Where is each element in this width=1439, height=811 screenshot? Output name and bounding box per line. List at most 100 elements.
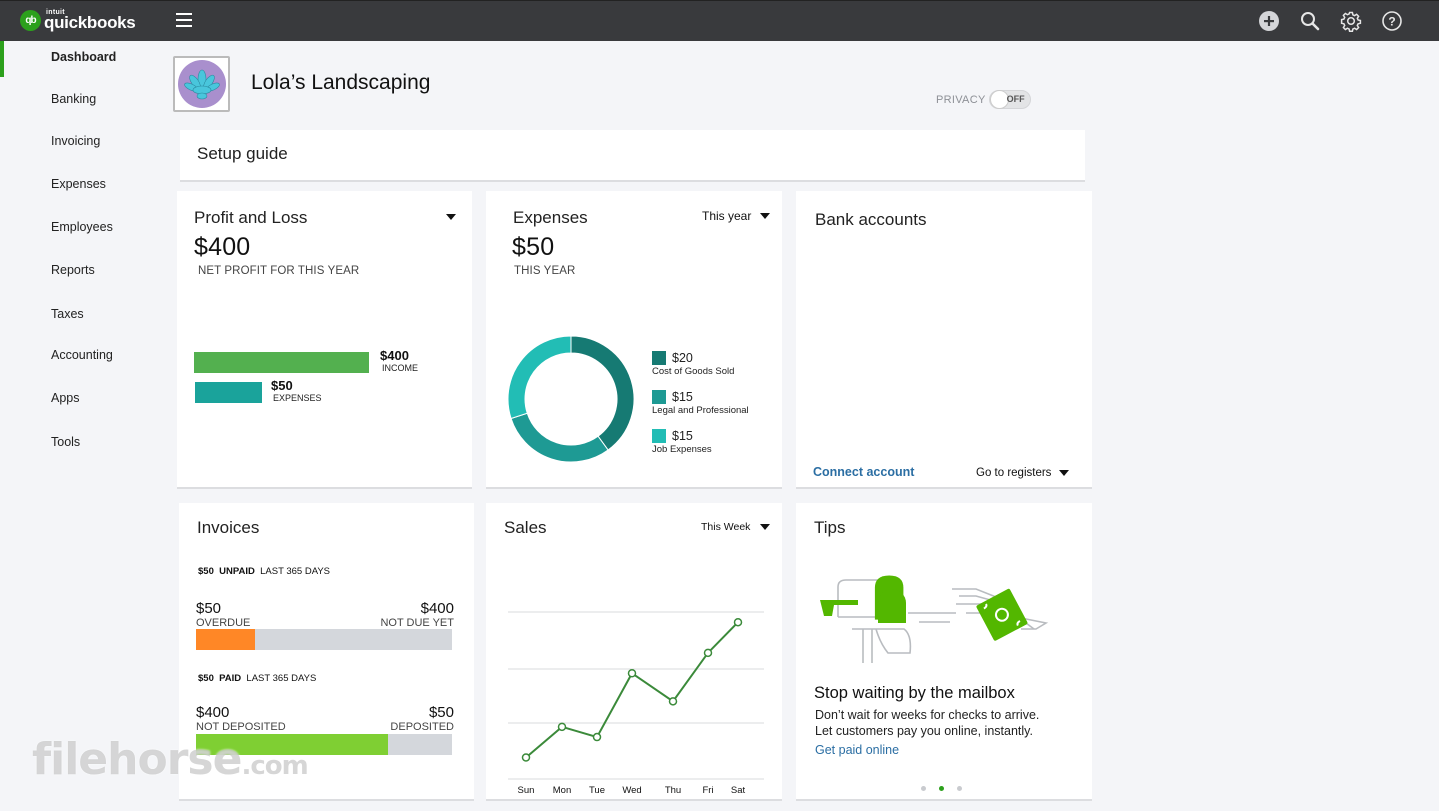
lotus-icon	[177, 60, 226, 108]
quickbooks-logo[interactable]: qb intuit quickbooks	[20, 9, 136, 31]
mailbox-illustration-icon	[820, 575, 1049, 663]
sidebar-item-banking[interactable]: Banking	[51, 92, 96, 106]
unpaid-summary[interactable]: $50 UNPAID LAST 365 DAYS	[198, 566, 330, 577]
donut-slice[interactable]	[507, 335, 572, 420]
data-point[interactable]	[703, 648, 713, 658]
expenses-legend: $20 Cost of Goods Sold $15 Legal and Pro…	[652, 351, 749, 468]
carousel-dots	[921, 786, 962, 791]
privacy-toggle[interactable]: OFF	[988, 90, 1031, 109]
privacy-state: OFF	[1006, 94, 1025, 104]
data-point[interactable]	[627, 669, 637, 678]
invoices-title[interactable]: Invoices	[197, 518, 259, 538]
company-name: Lola’s Landscaping	[251, 71, 431, 94]
carousel-dot[interactable]	[939, 786, 944, 791]
x-tick-label: Fri	[702, 785, 713, 796]
expenses-amount: $50	[271, 378, 293, 393]
expenses-bar[interactable]	[195, 382, 262, 403]
x-tick-label: Sun	[518, 785, 535, 796]
not-deposited-amount: $400	[196, 704, 230, 721]
search-icon[interactable]	[1299, 10, 1321, 32]
deposited-label: DEPOSITED	[390, 721, 454, 733]
overdue-bar-segment[interactable]	[196, 629, 255, 650]
tip-headline: Stop waiting by the mailbox	[814, 684, 1015, 702]
donut-slice[interactable]	[510, 412, 609, 463]
sales-card: Sales This Week Sun Mon Tue Wed Thu Fri Sat	[486, 503, 782, 799]
income-label: INCOME	[382, 363, 418, 373]
sales-period: This Week	[701, 521, 751, 533]
not-due-amount: $400	[420, 600, 454, 617]
expenses-caption: THIS YEAR	[514, 265, 576, 277]
gear-icon[interactable]	[1340, 10, 1362, 32]
not-deposited-label: NOT DEPOSITED	[196, 721, 286, 733]
unpaid-bar[interactable]	[196, 629, 452, 650]
donut-slice[interactable]	[570, 335, 635, 451]
sidebar-item-dashboard[interactable]: Dashboard	[51, 50, 116, 64]
carousel-dot[interactable]	[957, 786, 962, 791]
x-tick-label: Thu	[665, 785, 681, 796]
legend-item[interactable]: $20 Cost of Goods Sold	[652, 351, 749, 390]
sales-line	[525, 621, 739, 759]
privacy-label: PRIVACY	[936, 93, 986, 106]
menu-icon[interactable]	[176, 13, 192, 27]
sidebar-item-apps[interactable]: Apps	[51, 391, 80, 405]
overdue-amount: $50	[196, 600, 222, 617]
x-tick-label: Tue	[589, 785, 605, 796]
expenses-amount: $50	[512, 233, 555, 261]
carousel-dot[interactable]	[921, 786, 926, 791]
overdue-label: OVERDUE	[196, 617, 251, 629]
expenses-donut-chart[interactable]	[506, 334, 636, 464]
expenses-title[interactable]: Expenses	[513, 208, 588, 228]
sales-period-dropdown[interactable]: This Week	[701, 521, 771, 533]
legend-swatch	[652, 390, 666, 404]
bank-accounts-title: Bank accounts	[815, 210, 927, 229]
chevron-down-icon	[760, 213, 771, 219]
expenses-period-dropdown[interactable]: This year	[702, 209, 771, 223]
svg-text:?: ?	[1388, 15, 1395, 29]
company-logo[interactable]	[173, 56, 230, 112]
connect-account-link[interactable]: Connect account	[813, 465, 914, 479]
income-bar[interactable]	[194, 352, 369, 373]
profit-loss-card: Profit and Loss $400 NET PROFIT FOR THIS…	[177, 191, 472, 487]
paid-summary[interactable]: $50 PAID LAST 365 DAYS	[198, 673, 316, 684]
tips-title: Tips	[814, 518, 846, 537]
sidebar-item-expenses[interactable]: Expenses	[51, 177, 106, 191]
expenses-period: This year	[702, 209, 752, 223]
plus-icon[interactable]	[1258, 10, 1280, 32]
setup-guide-card[interactable]: Setup guide	[180, 130, 1085, 180]
legend-swatch	[652, 351, 666, 365]
data-point[interactable]	[521, 753, 531, 762]
legend-item[interactable]: $15 Legal and Professional	[652, 390, 749, 429]
x-tick-label: Mon	[553, 785, 571, 796]
chevron-down-icon	[1059, 470, 1070, 476]
data-point[interactable]	[733, 617, 743, 627]
go-to-registers-dropdown[interactable]: Go to registers	[976, 467, 1070, 479]
top-bar: qb intuit quickbooks ?	[0, 0, 1439, 41]
sidebar-item-taxes[interactable]: Taxes	[51, 307, 84, 321]
setup-guide-title: Setup guide	[197, 144, 288, 163]
legend-item[interactable]: $15 Job Expenses	[652, 429, 749, 468]
not-due-label: NOT DUE YET	[380, 617, 454, 629]
sidebar-item-tools[interactable]: Tools	[51, 435, 80, 449]
x-tick-label: Sat	[731, 785, 746, 796]
sidebar-item-invoicing[interactable]: Invoicing	[51, 134, 100, 148]
bank-accounts-card: Bank accounts Connect account Go to regi…	[796, 191, 1092, 487]
privacy-control: PRIVACY OFF	[936, 90, 1031, 109]
get-paid-online-link[interactable]: Get paid online	[815, 743, 899, 757]
sidebar-item-accounting[interactable]: Accounting	[51, 348, 113, 362]
profit-loss-title[interactable]: Profit and Loss	[194, 208, 307, 228]
data-point[interactable]	[668, 697, 678, 706]
sidebar-item-employees[interactable]: Employees	[51, 220, 113, 234]
expenses-label: EXPENSES	[273, 393, 322, 403]
active-indicator	[0, 41, 4, 77]
net-profit-caption: NET PROFIT FOR THIS YEAR	[198, 265, 360, 277]
sales-line-chart[interactable]: Sun Mon Tue Wed Thu Fri Sat	[486, 593, 782, 799]
data-point[interactable]	[592, 732, 602, 742]
chevron-down-icon[interactable]	[446, 214, 456, 220]
data-point[interactable]	[557, 722, 567, 732]
help-icon[interactable]: ?	[1381, 10, 1403, 32]
sidebar-item-reports[interactable]: Reports	[51, 263, 95, 277]
chevron-down-icon	[760, 524, 771, 530]
expenses-card: Expenses This year $50 THIS YEAR $20 Cos…	[486, 191, 782, 487]
deposited-amount: $50	[428, 704, 454, 721]
sales-title[interactable]: Sales	[504, 518, 547, 538]
